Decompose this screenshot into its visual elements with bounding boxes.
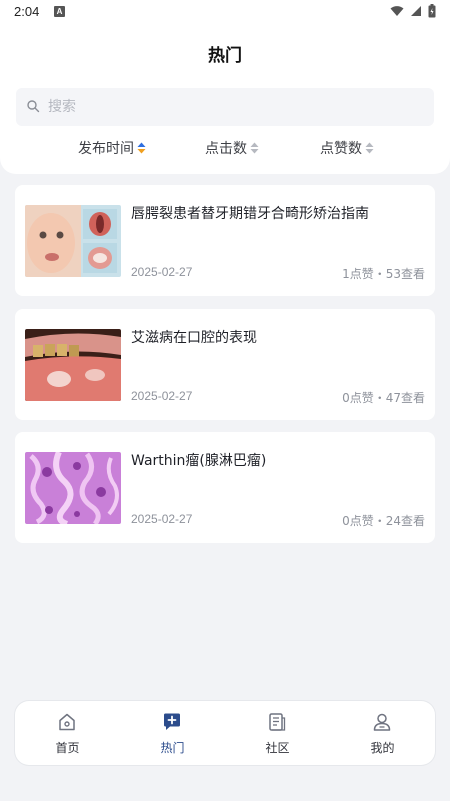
article-stats: 1点赞・53查看	[342, 267, 425, 281]
article-card[interactable]: 艾滋病在口腔的表现 2025-02-27 0点赞・47查看	[15, 309, 435, 420]
sort-bar: 发布时间 点击数 点赞数	[0, 138, 450, 160]
tab-home[interactable]: 首页	[15, 701, 120, 765]
tab-hot[interactable]: 热门	[120, 701, 225, 765]
hot-icon	[164, 713, 180, 730]
sort-label: 点赞数	[320, 141, 362, 157]
page-title: 热门	[208, 46, 242, 66]
search-icon	[27, 100, 40, 113]
signal-icon	[411, 6, 421, 16]
cleft-lip-photo-icon	[25, 205, 121, 277]
header-card: 热门 发布时间 点击数 点赞数	[0, 26, 450, 174]
sort-label: 点击数	[205, 141, 247, 157]
article-card[interactable]: 唇腭裂患者替牙期错牙合畸形矫治指南 2025-02-27 1点赞・53查看	[15, 185, 435, 296]
tab-label: 社区	[265, 741, 290, 755]
community-icon	[269, 713, 286, 731]
bottom-tab-bar: 首页 热门 社区 我的	[15, 701, 435, 765]
sort-arrows-icon	[365, 142, 374, 154]
oral-lesion-thumbnail	[25, 329, 121, 401]
tab-label: 首页	[55, 741, 80, 755]
sort-by-likes[interactable]: 点赞数	[320, 138, 374, 158]
tab-community[interactable]: 社区	[225, 701, 330, 765]
sort-label: 发布时间	[78, 141, 134, 157]
notification-icon: A	[54, 6, 65, 17]
wifi-icon	[390, 6, 404, 16]
search-input[interactable]	[48, 88, 418, 126]
home-icon	[59, 713, 75, 731]
tab-profile[interactable]: 我的	[330, 701, 435, 765]
sort-arrows-icon	[250, 142, 259, 154]
oral-lesion-photo-icon	[25, 329, 121, 401]
histology-photo-icon	[25, 452, 121, 524]
sort-arrows-icon	[137, 142, 146, 154]
sort-by-publish-time[interactable]: 发布时间	[78, 138, 146, 158]
profile-icon	[373, 713, 391, 731]
article-date: 2025-02-27	[131, 512, 193, 526]
status-bar: 2:04 A	[0, 0, 450, 26]
article-date: 2025-02-27	[131, 265, 193, 279]
sort-by-clicks[interactable]: 点击数	[205, 138, 259, 158]
status-icons	[390, 4, 436, 18]
tab-label: 我的	[370, 741, 395, 755]
tab-label: 热门	[160, 741, 185, 755]
article-stats: 0点赞・47查看	[342, 391, 425, 405]
article-title: Warthin瘤(腺淋巴瘤)	[131, 453, 267, 469]
article-card[interactable]: Warthin瘤(腺淋巴瘤) 2025-02-27 0点赞・24查看	[15, 432, 435, 543]
status-time: 2:04	[14, 4, 40, 19]
article-title: 艾滋病在口腔的表现	[131, 330, 257, 346]
cleft-lip-thumbnail	[25, 205, 121, 277]
article-date: 2025-02-27	[131, 389, 193, 403]
histology-thumbnail	[25, 452, 121, 524]
battery-icon	[428, 4, 436, 18]
article-stats: 0点赞・24查看	[342, 514, 425, 528]
search-box[interactable]	[16, 88, 434, 126]
article-title: 唇腭裂患者替牙期错牙合畸形矫治指南	[131, 206, 369, 222]
